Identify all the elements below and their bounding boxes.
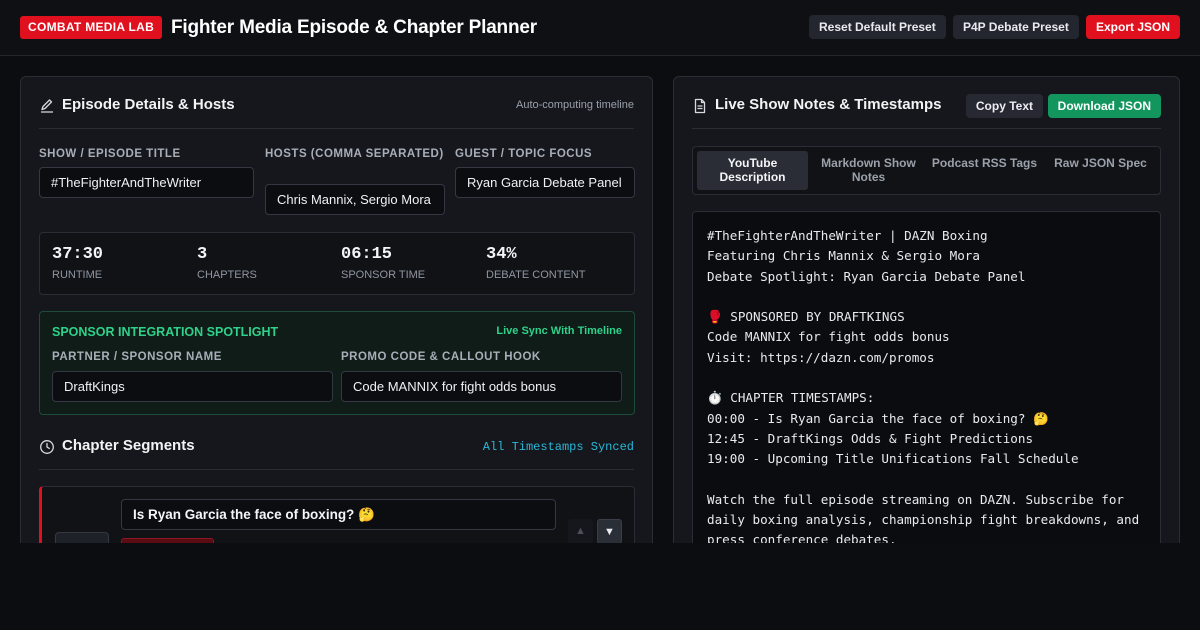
top-bar: COMBAT MEDIA LAB Fighter Media Episode &…: [0, 0, 1200, 56]
chapter-time-input[interactable]: [55, 532, 109, 543]
promo-label: PROMO CODE & CALLOUT HOOK: [341, 351, 541, 363]
chapter-card: Is Ryan Garcia the face of boxing? 🤔 ▲ ▼: [39, 486, 635, 543]
stat-label: CHAPTERS: [197, 269, 257, 281]
show-title-input[interactable]: #TheFighterAndTheWriter: [39, 167, 254, 198]
partner-label: PARTNER / SPONSOR NAME: [52, 351, 222, 363]
export-json-button[interactable]: Export JSON: [1086, 15, 1181, 39]
hosts-label: HOSTS (COMMA SEPARATED): [265, 148, 444, 160]
episode-details-header: Episode Details & Hosts Auto-computing t…: [39, 77, 634, 129]
p4p-preset-button[interactable]: P4P Debate Preset: [953, 15, 1079, 39]
tab-youtube-description[interactable]: YouTube Description: [697, 151, 808, 190]
panel-title: Episode Details & Hosts: [62, 96, 235, 113]
stat-label: SPONSOR TIME: [341, 269, 426, 281]
tab-markdown-show-notes[interactable]: Markdown Show Notes: [813, 151, 924, 190]
brand-badge: COMBAT MEDIA LAB: [20, 16, 163, 39]
app-title: Fighter Media Episode & Chapter Planner: [171, 17, 537, 38]
document-icon: [694, 98, 706, 114]
stat-label: DEBATE CONTENT: [486, 269, 586, 281]
tab-raw-json-spec[interactable]: Raw JSON Spec: [1045, 151, 1156, 190]
copy-text-button[interactable]: Copy Text: [965, 94, 1043, 118]
move-up-button[interactable]: ▲: [568, 519, 593, 543]
main-viewport: Episode Details & Hosts Auto-computing t…: [0, 57, 1200, 543]
partner-input[interactable]: DraftKings: [52, 371, 333, 402]
hosts-input[interactable]: Chris Mannix, Sergio Mora: [265, 184, 445, 215]
stat-sponsor-time: 06:15 SPONSOR TIME: [341, 244, 425, 281]
chapter-type-select[interactable]: [121, 538, 214, 543]
stat-value: 37:30: [52, 245, 104, 264]
stat-value: 3: [197, 245, 208, 264]
show-notes-output[interactable]: #TheFighterAndTheWriter | DAZN Boxing Fe…: [692, 211, 1161, 543]
episode-details-panel: Episode Details & Hosts Auto-computing t…: [20, 76, 653, 543]
sponsor-spotlight: SPONSOR INTEGRATION SPOTLIGHT Live Sync …: [39, 311, 635, 415]
show-notes-panel: Live Show Notes & Timestamps Copy Text D…: [673, 76, 1180, 543]
clock-icon: [40, 440, 54, 454]
chapter-segments-title: Chapter Segments: [62, 437, 195, 454]
show-title-label: SHOW / EPISODE TITLE: [39, 148, 181, 160]
panel-title: Live Show Notes & Timestamps: [715, 96, 942, 113]
stats-summary: 37:30 RUNTIME 3 CHAPTERS 06:15 SPONSOR T…: [39, 232, 635, 295]
timestamps-synced-note: All Timestamps Synced: [482, 440, 634, 454]
chapter-segments-header: Chapter Segments All Timestamps Synced: [39, 429, 634, 470]
notes-format-tabs: YouTube Description Markdown Show Notes …: [692, 146, 1161, 195]
sponsor-sync-note: Live Sync With Timeline: [496, 325, 622, 337]
stat-chapters: 3 CHAPTERS: [197, 244, 257, 281]
pencil-icon: [41, 99, 53, 113]
tab-podcast-rss-tags[interactable]: Podcast RSS Tags: [929, 151, 1040, 190]
guest-topic-input[interactable]: Ryan Garcia Debate Panel: [455, 167, 635, 198]
auto-compute-note: Auto-computing timeline: [515, 99, 634, 111]
guest-topic-label: GUEST / TOPIC FOCUS: [455, 148, 593, 160]
download-json-button[interactable]: Download JSON: [1047, 94, 1161, 118]
stat-debate-content: 34% DEBATE CONTENT: [486, 244, 585, 281]
reset-preset-button[interactable]: Reset Default Preset: [809, 15, 946, 39]
stat-label: RUNTIME: [52, 269, 103, 281]
stat-value: 06:15: [341, 245, 393, 264]
stat-runtime: 37:30 RUNTIME: [52, 244, 103, 281]
promo-input[interactable]: Code MANNIX for fight odds bonus: [341, 371, 622, 402]
stat-value: 34%: [486, 245, 517, 264]
move-down-button[interactable]: ▼: [597, 519, 622, 543]
sponsor-title: SPONSOR INTEGRATION SPOTLIGHT: [52, 325, 279, 339]
chapter-title-input[interactable]: Is Ryan Garcia the face of boxing? 🤔: [121, 499, 556, 530]
